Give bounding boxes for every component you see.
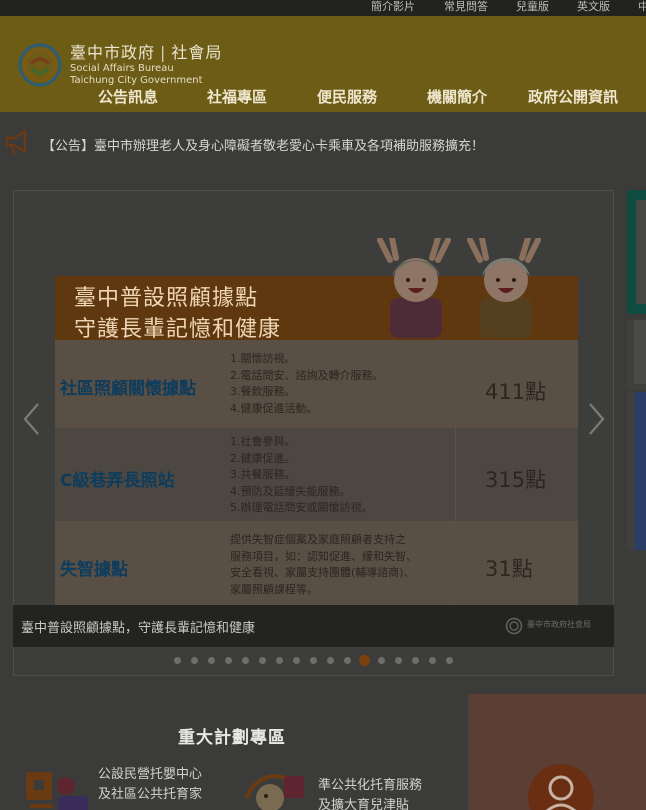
- pagination-dot[interactable]: [242, 657, 249, 664]
- nav-welfare[interactable]: 社福專區: [207, 86, 267, 107]
- brand-english-line1: Social Affairs Bureau: [70, 63, 174, 74]
- banner-caption[interactable]: 臺中普設照顧據點，守護長輩記憶和健康: [21, 617, 255, 636]
- side-banner-1[interactable]: [627, 190, 646, 314]
- brand-unit: 社會局: [171, 43, 223, 62]
- cell-divider: [455, 428, 456, 521]
- pagination-dot[interactable]: [429, 657, 436, 664]
- row-count: 315點: [485, 468, 547, 492]
- banner-title-line2: 守護長輩記憶和健康: [74, 317, 282, 342]
- row-name: 失智據點: [60, 560, 128, 580]
- row-name: 社區照顧關懷據點: [60, 379, 196, 399]
- row-count: 31點: [485, 557, 533, 581]
- site-header: 臺中市政府 | 社會局 Social Affairs Bureau Taichung…: [0, 16, 646, 112]
- pagination-dot[interactable]: [359, 655, 370, 666]
- banner-caption-bar: 臺中普設照顧據點，守護長輩記憶和健康 臺中市政府社會局: [13, 605, 614, 647]
- row-items: 1.社會參與。 2.健康促進。 3.共餐服務。 4.預防及延緩失能服務。 5.辦…: [230, 435, 373, 514]
- cell-divider: [455, 521, 456, 605]
- nav-announcements[interactable]: 公告訊息: [98, 86, 158, 107]
- cell-divider: [455, 340, 456, 428]
- pagination-dot[interactable]: [174, 657, 181, 664]
- notice-text[interactable]: 【公告】臺中市辦理老人及身心障礙者敬老愛心卡乘車及各項補助服務擴充！: [42, 135, 484, 154]
- link-intro-video[interactable]: 簡介影片: [371, 0, 415, 14]
- link-faq[interactable]: 常見問答: [444, 0, 488, 14]
- brand-title: 臺中市政府 | 社會局: [70, 39, 222, 63]
- pagination-dot[interactable]: [344, 657, 351, 664]
- pagination-dot[interactable]: [208, 657, 215, 664]
- pagination-dot[interactable]: [327, 657, 334, 664]
- page: 簡介影片 常見問答 兒童版 英文版 中 臺中市政府 | 社會局 Social Aff…: [0, 0, 646, 810]
- pagination-dot[interactable]: [395, 657, 402, 664]
- row-count: 411點: [485, 380, 547, 404]
- link-chinese-version[interactable]: 中: [638, 0, 646, 14]
- table-row: 失智據點 提供失智症個案及家庭照顧者支持之 服務項目，如：認知促進、緩和失智、 …: [55, 521, 578, 605]
- banner-title-line1: 臺中普設照顧據點: [74, 286, 259, 311]
- brand-separator: |: [160, 43, 167, 62]
- pagination-dot[interactable]: [446, 657, 453, 664]
- row-items: 提供失智症個案及家庭照顧者支持之 服務項目，如：認知促進、緩和失智、 安全看視、…: [230, 533, 417, 596]
- caption-logo-icon: [505, 617, 523, 635]
- nav-services[interactable]: 便民服務: [317, 86, 377, 107]
- baby-care-icon[interactable]: [240, 768, 310, 810]
- elderly-couple-icon: [377, 238, 541, 338]
- caption-logo-text: 臺中市政府社會局: [527, 620, 591, 629]
- plan-item-quasi-public-childcare[interactable]: 準公共化托育服務 及擴大育兒津貼: [318, 776, 422, 810]
- pagination-dot[interactable]: [225, 657, 232, 664]
- childcare-center-icon[interactable]: [22, 766, 92, 810]
- table-row: C級巷弄長照站 1.社會參與。 2.健康促進。 3.共餐服務。 4.預防及延緩失…: [55, 428, 578, 521]
- bureau-logo-icon[interactable]: [17, 42, 63, 88]
- row-name: C級巷弄長照站: [60, 471, 175, 491]
- side-banner-2[interactable]: [627, 320, 646, 390]
- table-row: 社區照顧關懷據點 1.關懷訪視。 2.電話問安、諮詢及轉介服務。 3.餐飲服務。…: [55, 340, 578, 428]
- section-title: 重大計劃專區: [178, 728, 286, 748]
- top-utility-bar: 簡介影片 常見問答 兒童版 英文版 中: [0, 0, 646, 16]
- pagination-dot[interactable]: [412, 657, 419, 664]
- nav-about[interactable]: 機關簡介: [427, 86, 487, 107]
- pagination-dot[interactable]: [378, 657, 385, 664]
- pagination-dot[interactable]: [293, 657, 300, 664]
- pagination-dot[interactable]: [276, 657, 283, 664]
- brand-city: 臺中市政府: [70, 43, 156, 62]
- side-banner-3[interactable]: [627, 392, 646, 550]
- nav-open-info[interactable]: 政府公開資訊: [528, 86, 618, 107]
- link-kids-version[interactable]: 兒童版: [516, 0, 549, 14]
- carousel-next-arrow-icon[interactable]: [586, 402, 606, 436]
- plan-item-childcare-center[interactable]: 公設民營托嬰中心 及社區公共托育家: [98, 765, 202, 805]
- pagination-dot[interactable]: [310, 657, 317, 664]
- carousel-prev-arrow-icon[interactable]: [22, 402, 42, 436]
- pagination-dot[interactable]: [191, 657, 198, 664]
- person-avatar-icon[interactable]: [528, 764, 594, 810]
- link-english-version[interactable]: 英文版: [577, 0, 610, 14]
- pagination-dot[interactable]: [259, 657, 266, 664]
- megaphone-icon: [5, 129, 27, 155]
- row-items: 1.關懷訪視。 2.電話問安、諮詢及轉介服務。 3.餐飲服務。 4.健康促進活動…: [230, 352, 384, 415]
